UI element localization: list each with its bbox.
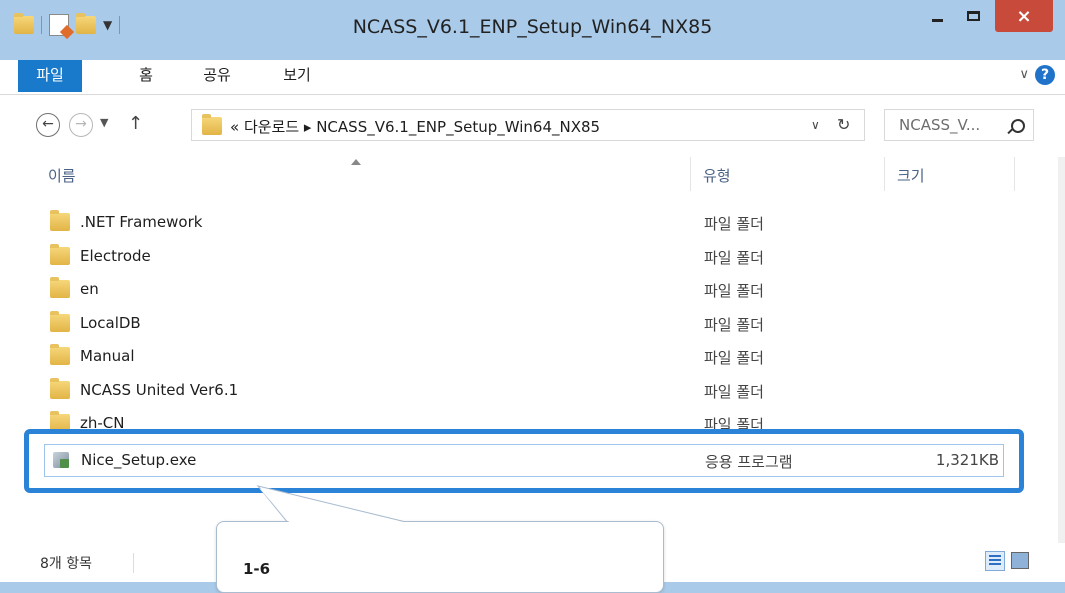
help-icon[interactable]: ? bbox=[1035, 65, 1055, 85]
list-item[interactable]: Manual 파일 폴더 bbox=[44, 341, 1004, 374]
ribbon-tabs: 파일 홈 공유 보기 ∨ ? bbox=[0, 60, 1065, 95]
tab-file[interactable]: 파일 bbox=[18, 60, 82, 92]
list-item[interactable]: NCASS United Ver6.1 파일 폴더 bbox=[44, 375, 1004, 408]
file-name: Manual bbox=[80, 347, 135, 365]
highlight-box bbox=[24, 429, 1024, 493]
back-button[interactable]: ← bbox=[36, 113, 60, 137]
folder-icon bbox=[50, 244, 70, 265]
folder-icon bbox=[50, 378, 70, 399]
file-type: 파일 폴더 bbox=[704, 215, 764, 233]
minimize-icon bbox=[931, 18, 943, 22]
folder-icon bbox=[202, 114, 222, 135]
callout-box: 1-6 bbox=[216, 521, 664, 593]
file-name: LocalDB bbox=[80, 314, 141, 332]
details-view-icon[interactable] bbox=[985, 551, 1005, 571]
file-type: 파일 폴더 bbox=[704, 349, 764, 367]
file-name: NCASS United Ver6.1 bbox=[80, 381, 239, 399]
file-type: 파일 폴더 bbox=[704, 383, 764, 401]
large-icons-view-icon[interactable] bbox=[1011, 552, 1029, 569]
tab-home[interactable]: 홈 bbox=[122, 60, 170, 90]
tab-share[interactable]: 공유 bbox=[188, 60, 246, 90]
scrollbar[interactable] bbox=[1058, 157, 1065, 543]
explorer-window: ▼ NCASS_V6.1_ENP_Setup_Win64_NX85 × 파일 홈… bbox=[0, 0, 1065, 593]
search-icon[interactable] bbox=[1011, 119, 1025, 133]
list-item[interactable]: Electrode 파일 폴더 bbox=[44, 241, 1004, 274]
divider bbox=[133, 553, 134, 573]
window-title: NCASS_V6.1_ENP_Setup_Win64_NX85 bbox=[352, 16, 713, 38]
callout-label: 1-6 bbox=[243, 560, 271, 578]
list-item[interactable]: LocalDB 파일 폴더 bbox=[44, 308, 1004, 341]
column-header-name[interactable]: 이름 bbox=[48, 165, 76, 186]
file-type: 파일 폴더 bbox=[704, 282, 764, 300]
list-item[interactable]: .NET Framework 파일 폴더 bbox=[44, 207, 1004, 240]
search-input[interactable]: NCASS_V... bbox=[884, 109, 1034, 141]
tab-view[interactable]: 보기 bbox=[268, 60, 326, 90]
forward-button[interactable]: → bbox=[69, 113, 93, 137]
folder-icon bbox=[50, 210, 70, 231]
navigation-bar: ← → ▼ ↑ « 다운로드 ▸ NCASS_V6.1_ENP_Setup_Wi… bbox=[0, 95, 1065, 157]
recent-locations-icon[interactable]: ▼ bbox=[100, 116, 108, 129]
title-bar: ▼ NCASS_V6.1_ENP_Setup_Win64_NX85 × bbox=[0, 0, 1065, 60]
address-dropdown-icon[interactable]: ∨ bbox=[811, 118, 820, 132]
minimize-button[interactable] bbox=[920, 0, 954, 32]
folder-icon bbox=[50, 277, 70, 298]
file-type: 파일 폴더 bbox=[704, 249, 764, 267]
column-divider[interactable] bbox=[884, 157, 885, 191]
item-count: 8개 항목 bbox=[40, 556, 92, 572]
column-divider[interactable] bbox=[690, 157, 691, 191]
maximize-icon bbox=[966, 11, 980, 21]
file-type: 파일 폴더 bbox=[704, 316, 764, 334]
address-bar[interactable]: « 다운로드 ▸ NCASS_V6.1_ENP_Setup_Win64_NX85… bbox=[191, 109, 865, 141]
column-header-size[interactable]: 크기 bbox=[897, 165, 925, 186]
refresh-icon[interactable]: ↻ bbox=[837, 115, 850, 134]
column-divider[interactable] bbox=[1014, 157, 1015, 191]
column-header-type[interactable]: 유형 bbox=[703, 165, 731, 186]
expand-ribbon-icon[interactable]: ∨ bbox=[1019, 67, 1029, 82]
file-name: en bbox=[80, 280, 99, 298]
search-placeholder: NCASS_V... bbox=[899, 116, 981, 134]
file-name: Electrode bbox=[80, 247, 151, 265]
list-item[interactable]: en 파일 폴더 bbox=[44, 274, 1004, 307]
close-button[interactable]: × bbox=[995, 0, 1053, 32]
address-path[interactable]: « 다운로드 ▸ NCASS_V6.1_ENP_Setup_Win64_NX85 bbox=[230, 116, 600, 137]
maximize-button[interactable] bbox=[956, 0, 990, 32]
sort-ascending-icon bbox=[351, 159, 361, 165]
folder-icon bbox=[50, 344, 70, 365]
folder-icon bbox=[50, 311, 70, 332]
file-name: .NET Framework bbox=[80, 213, 203, 231]
up-button[interactable]: ↑ bbox=[128, 113, 143, 134]
